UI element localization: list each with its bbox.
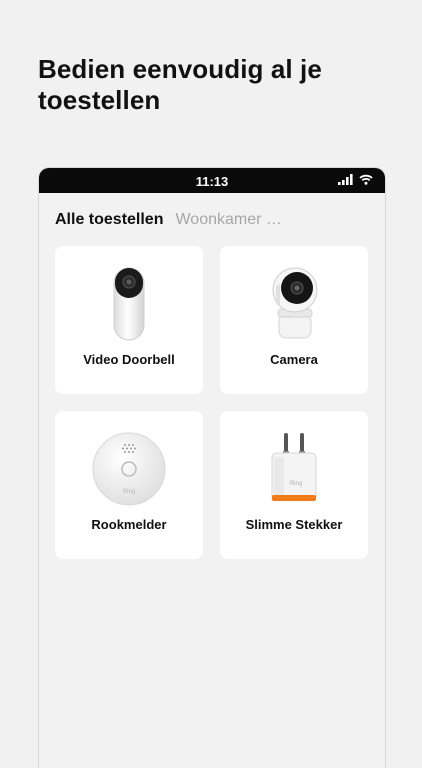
status-time: 11:13 bbox=[195, 174, 229, 189]
device-label: Rookmelder bbox=[91, 517, 167, 532]
device-label: Slimme Stekker bbox=[245, 517, 343, 532]
device-brand-mark: Ring bbox=[290, 481, 302, 487]
status-icons bbox=[338, 174, 373, 185]
tab-all-devices[interactable]: Alle toestellen bbox=[55, 211, 163, 229]
device-label: Camera bbox=[270, 352, 318, 367]
signal-icon bbox=[338, 174, 353, 185]
page-headline: Bedien eenvoudig al je toestellen bbox=[38, 54, 322, 115]
wifi-icon bbox=[359, 174, 373, 185]
smart-plug-icon: Ring bbox=[271, 433, 317, 501]
phone-frame: 11:13 Alle toestellen Woonkamer … Video … bbox=[38, 167, 386, 768]
device-card-video-doorbell[interactable]: Video Doorbell bbox=[55, 246, 203, 394]
smoke-detector-icon: Ring bbox=[92, 432, 166, 506]
device-brand-mark: Ring bbox=[123, 489, 135, 495]
indoor-camera-icon bbox=[272, 267, 318, 339]
device-label: Video Doorbell bbox=[83, 352, 175, 367]
video-doorbell-icon bbox=[113, 267, 145, 341]
tab-living-room[interactable]: Woonkamer … bbox=[175, 211, 281, 229]
device-card-smart-plug[interactable]: Ring Slimme Stekker bbox=[220, 411, 368, 559]
room-tabs: Alle toestellen Woonkamer … bbox=[55, 211, 282, 229]
device-card-camera[interactable]: Camera bbox=[220, 246, 368, 394]
status-bar: 11:13 bbox=[39, 168, 385, 193]
device-card-smoke-detector[interactable]: Ring Rookmelder bbox=[55, 411, 203, 559]
